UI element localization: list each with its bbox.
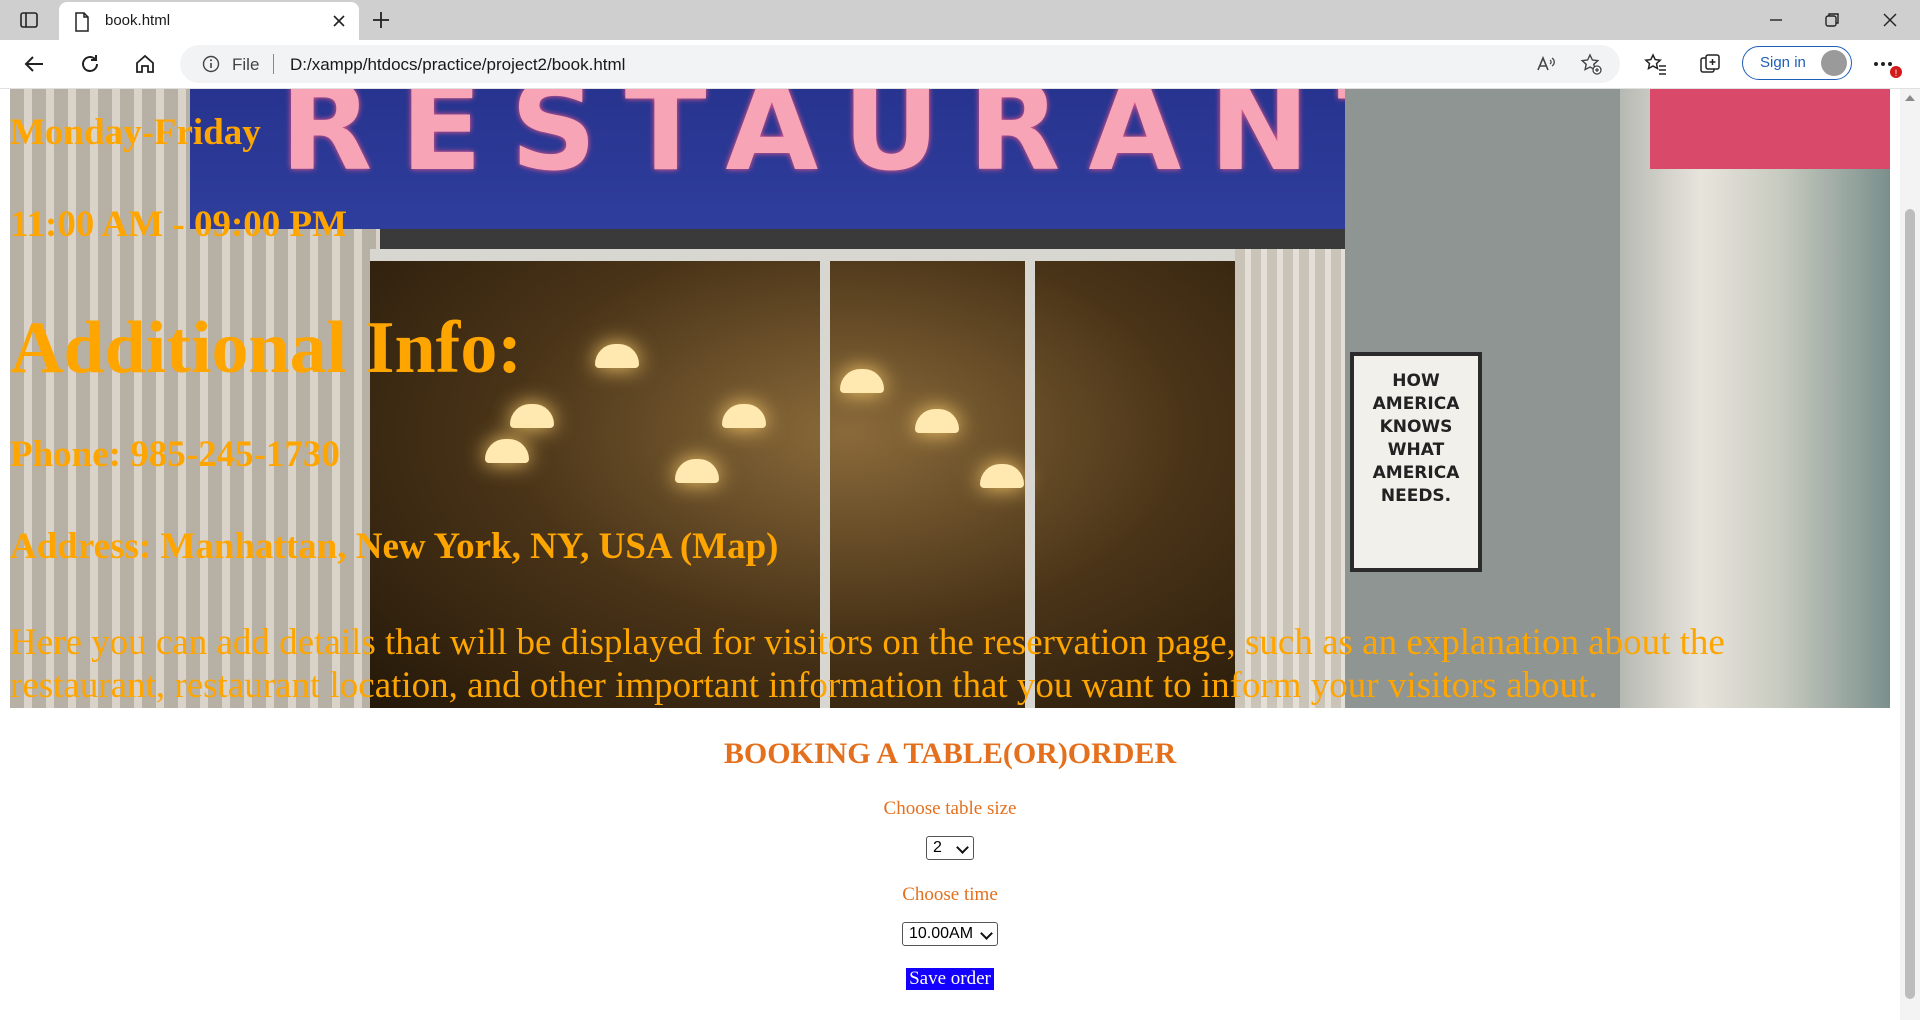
description-text: Here you can add details that will be di…	[10, 622, 1725, 706]
favorites-icon[interactable]	[1644, 52, 1668, 76]
hero-photo-poster: HOW AMERICA KNOWS WHAT AMERICA NEEDS.	[1350, 352, 1482, 572]
scrollbar-thumb[interactable]	[1905, 209, 1915, 999]
minimize-icon[interactable]	[1766, 10, 1786, 30]
lamp-shape	[840, 369, 884, 393]
vertical-scrollbar[interactable]	[1900, 89, 1920, 1020]
time-label: Choose time	[902, 884, 998, 905]
sign-in-button[interactable]: Sign in	[1742, 46, 1852, 80]
document-icon	[75, 12, 89, 32]
chevron-down-icon	[956, 841, 969, 854]
restore-icon[interactable]	[1822, 10, 1842, 30]
tab-title: book.html	[105, 12, 171, 29]
time-value: 10.00AM	[909, 925, 974, 942]
refresh-icon[interactable]	[78, 52, 102, 76]
address-bar[interactable]: File D:/xampp/htdocs/practice/project2/b…	[180, 45, 1620, 83]
close-window-icon[interactable]	[1880, 10, 1900, 30]
lamp-shape	[675, 459, 719, 483]
more-options-icon[interactable]: !	[1872, 54, 1904, 80]
address-text: Address: Manhattan, New York, NY, USA (M…	[10, 526, 779, 567]
close-tab-icon[interactable]	[331, 13, 347, 29]
hero-photo-sign-text: RESTAURANT	[280, 89, 1448, 198]
svg-text:!: !	[1895, 68, 1898, 78]
lamp-shape	[915, 409, 959, 433]
hero-section: RESTAURANT HOW AMERICA KNOWS WHAT AMERIC…	[10, 89, 1890, 708]
hero-photo-right-side	[1620, 89, 1890, 708]
sign-in-label: Sign in	[1760, 54, 1806, 71]
booking-title: BOOKING A TABLE(OR)ORDER	[723, 737, 1177, 770]
opening-hours: 11:00 AM - 09:00 PM	[10, 204, 348, 245]
add-favorite-icon[interactable]	[1580, 53, 1602, 75]
lamp-shape	[722, 404, 766, 428]
browser-tab-bar: book.html	[0, 0, 1920, 40]
back-arrow-icon[interactable]	[22, 52, 46, 76]
lamp-shape	[485, 439, 529, 463]
window-frame	[370, 249, 1240, 261]
lamp-shape	[980, 464, 1024, 488]
read-aloud-icon[interactable]	[1535, 53, 1557, 75]
lamp-shape	[510, 404, 554, 428]
table-size-value: 2	[933, 839, 942, 856]
time-select[interactable]: 10.00AM	[902, 922, 998, 946]
opening-days: Monday-Friday	[10, 112, 261, 153]
additional-info-heading: Additional Info:	[10, 307, 522, 389]
address-separator	[273, 54, 274, 74]
page-viewport: RESTAURANT HOW AMERICA KNOWS WHAT AMERIC…	[0, 89, 1900, 1020]
info-icon[interactable]	[202, 55, 220, 73]
tab-actions-icon[interactable]	[18, 9, 40, 31]
lamp-shape	[595, 344, 639, 368]
chevron-down-icon	[980, 927, 993, 940]
browser-nav-bar: File D:/xampp/htdocs/practice/project2/b…	[0, 40, 1920, 89]
avatar	[1821, 50, 1847, 76]
browser-tab-active[interactable]: book.html	[59, 2, 359, 40]
collections-icon[interactable]	[1698, 52, 1722, 76]
table-size-label: Choose table size	[883, 798, 1017, 819]
new-tab-icon[interactable]	[370, 9, 392, 31]
scheme-label: File	[232, 55, 260, 74]
table-size-select[interactable]: 2	[926, 836, 974, 860]
home-icon[interactable]	[133, 52, 157, 76]
poster-text: HOW AMERICA KNOWS WHAT AMERICA NEEDS.	[1372, 371, 1460, 506]
url-text[interactable]: D:/xampp/htdocs/practice/project2/book.h…	[290, 55, 625, 75]
phone-number: Phone: 985-245-1730	[10, 434, 340, 475]
save-order-button[interactable]: Save order	[906, 968, 994, 990]
hero-photo-right-sign	[1650, 89, 1890, 169]
scroll-up-icon[interactable]	[1905, 95, 1915, 101]
